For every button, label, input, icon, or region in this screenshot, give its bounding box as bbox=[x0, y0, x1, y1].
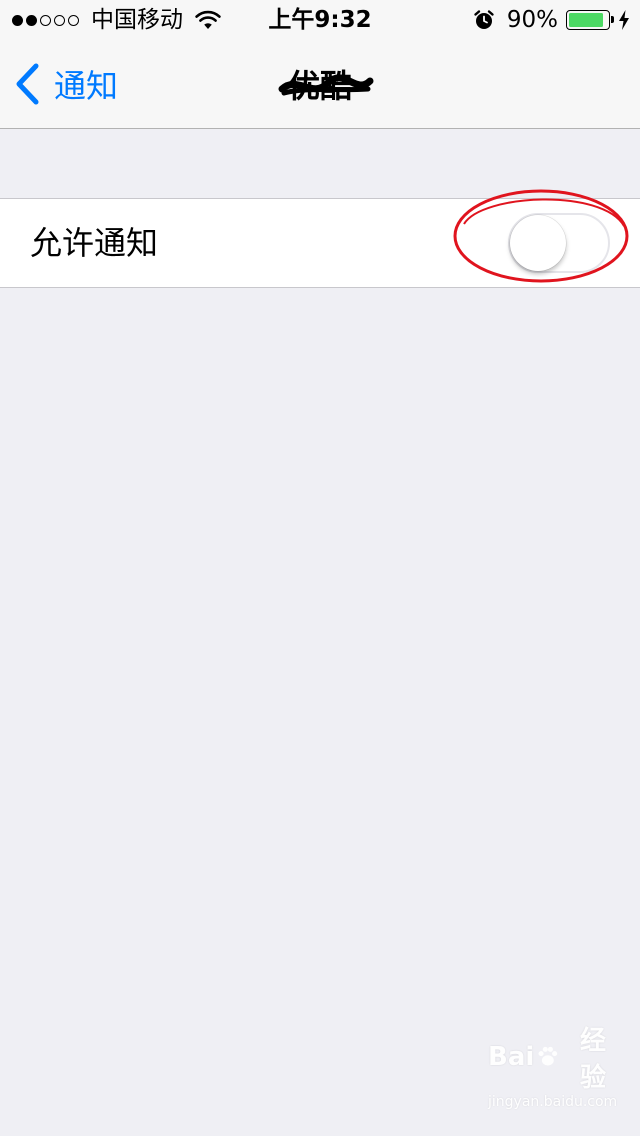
watermark-brand-left: Bai bbox=[488, 1042, 535, 1072]
navigation-bar: 通知 优酷 bbox=[0, 40, 640, 129]
toggle-knob bbox=[510, 215, 566, 271]
battery-level-fill bbox=[569, 13, 604, 27]
charging-bolt-icon bbox=[619, 10, 629, 30]
watermark-url: jingyan.baidu.com bbox=[488, 1094, 618, 1110]
status-right: 90% bbox=[473, 6, 630, 34]
baidu-jingyan-watermark: Bai 经验 jingyan.baidu.com bbox=[488, 1020, 618, 1110]
nav-title-container: 优酷 bbox=[0, 40, 640, 128]
settings-group: 允许通知 bbox=[0, 198, 640, 288]
page-title-text: 优酷 bbox=[287, 67, 352, 105]
page-title: 优酷 bbox=[278, 61, 374, 107]
watermark-logo: Bai 经验 bbox=[488, 1020, 606, 1094]
alarm-icon bbox=[474, 10, 494, 29]
battery-percentage: 90% bbox=[506, 7, 558, 33]
battery-icon bbox=[566, 10, 614, 30]
battery-nub bbox=[611, 16, 614, 23]
allow-notifications-toggle[interactable] bbox=[508, 213, 610, 273]
watermark-brand-right: 经验 bbox=[579, 1026, 606, 1093]
allow-notifications-label: 允许通知 bbox=[30, 224, 159, 262]
paw-icon bbox=[538, 1046, 558, 1066]
status-bar: 中国移动 上午9:32 90% bbox=[0, 0, 640, 40]
